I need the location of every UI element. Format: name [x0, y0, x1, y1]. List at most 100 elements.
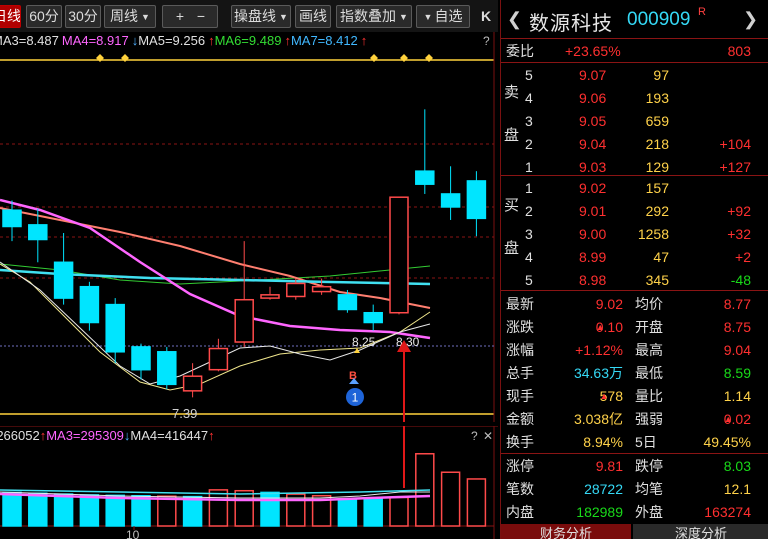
stat-value: ▲ 578: [600, 385, 623, 407]
ask-level-row: 2 9.04 218 +104: [501, 133, 768, 155]
candle-body: [311, 285, 332, 293]
bid-level-row: 1 9.02 157: [501, 177, 768, 199]
quote-stat-row: 总手 34.63万 最低 8.59: [501, 362, 768, 384]
candlestick-chart[interactable]: 7.398.25 8.30B1: [0, 32, 498, 422]
stat-value: 8.94%: [583, 434, 623, 450]
bid-level-row: 3 9.00 1258 +32: [501, 223, 768, 245]
watchlist-dropdown[interactable]: ▼ 自选: [416, 5, 470, 28]
stat-value: 12.1: [723, 481, 751, 497]
volume-bar: [28, 492, 48, 527]
ask-level-row: 4 9.06 193: [501, 87, 768, 109]
previous-stock-icon[interactable]: ❮: [507, 9, 522, 30]
tab-financial-analysis[interactable]: 财务分析: [501, 524, 631, 539]
chevron-down-icon: ▼: [399, 12, 408, 22]
candle-body: [466, 180, 487, 220]
bid-level-change: -48: [730, 272, 751, 288]
chart-help-button[interactable]: ?: [483, 34, 490, 48]
event-marker-icon: [370, 54, 378, 62]
candle-body: [157, 351, 177, 386]
tab-depth-analysis[interactable]: 深度分析: [633, 524, 768, 539]
ask-level-volume: 218: [645, 136, 669, 152]
stat-label: 金额: [506, 411, 534, 427]
quote-stat-row: 最新 9.02 均价 8.77: [501, 293, 768, 315]
stat-value: +1.12%: [575, 342, 623, 358]
chevron-down-icon: ▼: [279, 12, 288, 22]
bid-level-price: 8.98: [579, 272, 607, 288]
stat-value: 1.14: [723, 388, 751, 404]
ask-level-change: +104: [719, 136, 751, 152]
close-icon[interactable]: ✕: [483, 429, 493, 443]
index-overlay-dropdown[interactable]: 指数叠加 ▼: [336, 5, 412, 28]
chevron-down-icon: ▼: [141, 12, 150, 22]
trading-line-dropdown[interactable]: 操盘线 ▼: [231, 5, 291, 28]
ask-level-row: 5 9.07 97: [501, 64, 768, 86]
volume-help-button[interactable]: ?: [471, 429, 478, 443]
next-stock-icon[interactable]: ❯: [743, 9, 758, 30]
stat-value: 49.45%: [703, 434, 751, 450]
weekly-period-dropdown[interactable]: 周线 ▼: [104, 5, 156, 28]
ask-level-volume: 97: [653, 67, 669, 83]
ask-level-level: 2: [525, 136, 533, 152]
volume-bar: [105, 494, 125, 527]
stat-value: 8.03: [723, 458, 751, 474]
ma-legend: MA3=8.487MA4=8.917↓MA5=9.256↑MA6=9.489↑M…: [0, 33, 480, 48]
volume-bar: [2, 491, 22, 527]
stat-label: 量比: [635, 388, 663, 404]
volume-bar: [131, 495, 151, 527]
draw-line-button[interactable]: 画线: [295, 5, 331, 28]
volume-bar: [208, 489, 229, 527]
candle-body: [28, 224, 48, 241]
60min-period-button[interactable]: 60分: [26, 5, 62, 28]
stat-value: 8.59: [723, 365, 751, 381]
stat-value: 9.02: [595, 296, 623, 312]
chart-toolbar: 日线 60分 30分 周线▼ + − 操盘线▼ 画线 指数叠加▼ ▼自选 K: [0, 0, 498, 32]
quote-panel: ❮ 数源科技 000909 R ❯ 委比 +23.65% 803 卖盘 5 9.0…: [500, 0, 768, 539]
ask-level-price: 9.07: [579, 67, 607, 83]
arrow-up-icon: ▲: [723, 414, 733, 424]
stock-name: 数源科技: [529, 13, 613, 35]
candle-body: [79, 285, 100, 324]
stat-label: 涨幅: [506, 342, 534, 358]
candle-body: [286, 282, 306, 298]
stat-label: 强弱: [635, 411, 663, 427]
zoom-in-button[interactable]: +: [172, 6, 188, 27]
stat-label: 现手: [506, 388, 534, 404]
zoom-out-button[interactable]: −: [193, 6, 209, 27]
stat-label: 最低: [635, 365, 663, 381]
vol-ma2-value: MA2=266052: [0, 428, 40, 443]
30min-period-button[interactable]: 30分: [65, 5, 101, 28]
ask-level-volume: 659: [645, 113, 669, 129]
candle-body: [182, 375, 203, 392]
candle-body: [2, 209, 22, 228]
volume-bar: [182, 495, 203, 527]
bid-level-volume: 292: [645, 203, 669, 219]
stat-label: 外盘: [635, 504, 663, 520]
ma5-value: MA5=9.256: [138, 33, 206, 48]
candle-body: [234, 298, 254, 343]
bid-level-price: 8.99: [579, 249, 607, 265]
candle-body: [440, 193, 461, 208]
event-marker-icon: [400, 54, 408, 62]
ask-level-price: 9.04: [579, 136, 607, 152]
candle-body: [363, 311, 383, 324]
event-marker-icon: [121, 54, 129, 62]
bid-level-price: 9.00: [579, 226, 607, 242]
stat-value: 9.81: [595, 458, 623, 474]
ma7-value: MA7=8.412: [290, 33, 358, 48]
quote-stat-row: 涨停 9.81 跌停 8.03: [501, 455, 768, 477]
stat-value: 8.77: [723, 296, 751, 312]
chevron-down-icon: ▼: [423, 12, 433, 22]
stat-value: 163274: [704, 504, 751, 520]
collapse-k-button[interactable]: K: [476, 5, 496, 28]
candle-body: [208, 347, 229, 371]
candle-body: [131, 346, 151, 371]
volume-bar: [466, 478, 487, 527]
stat-label: 均笔: [635, 481, 663, 497]
stat-label: 开盘: [635, 319, 663, 335]
margin-flag: R: [698, 6, 706, 18]
daily-period-button[interactable]: 日线: [0, 5, 21, 28]
stat-label: 总手: [506, 365, 534, 381]
bid-level-level: 3: [525, 226, 533, 242]
candle-body: [337, 294, 358, 311]
bid-level-volume: 1258: [637, 226, 669, 242]
